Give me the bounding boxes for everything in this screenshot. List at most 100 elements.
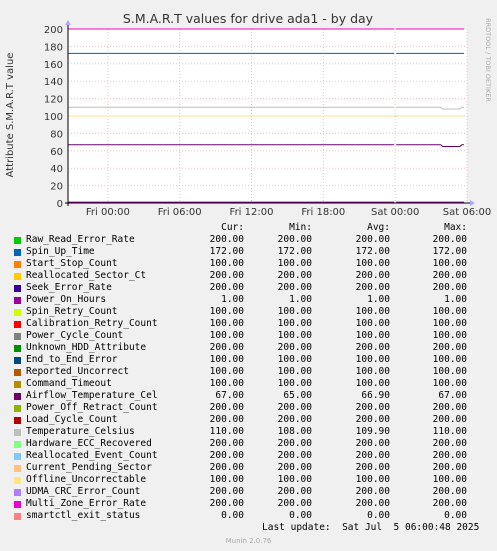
legend-max: 100.00 <box>432 330 467 341</box>
legend-swatch <box>14 345 21 352</box>
legend-name: Reallocated_Sector_Ct <box>26 270 147 281</box>
legend-cur: 100.00 <box>209 354 244 365</box>
legend-max: 200.00 <box>432 438 467 449</box>
legend-max: 110.00 <box>432 426 467 437</box>
legend-avg: 100.00 <box>355 354 390 365</box>
legend-max: 100.00 <box>432 318 467 329</box>
legend-avg: 200.00 <box>355 462 390 473</box>
legend-swatch <box>14 489 21 496</box>
legend-row: Power_Off_Retract_Count 200.00 200.00 200.0… <box>0 402 497 414</box>
legend-cur: 200.00 <box>209 342 244 353</box>
legend-max: 100.00 <box>432 306 467 317</box>
legend-avg: 200.00 <box>355 402 390 413</box>
legend-header: Cur: Min: Avg: Max: <box>0 222 497 234</box>
legend-max: 200.00 <box>432 234 467 245</box>
legend-cur: 100.00 <box>209 474 244 485</box>
legend-cur: 200.00 <box>209 450 244 461</box>
legend-swatch <box>14 513 21 520</box>
legend-name: Spin_Retry_Count <box>26 306 118 317</box>
legend-row: Current_Pending_Sector 200.00 200.00 200.00… <box>0 462 497 474</box>
legend-cur: 100.00 <box>209 258 244 269</box>
legend-max: 100.00 <box>432 354 467 365</box>
legend-avg: 172.00 <box>355 246 390 257</box>
legend-swatch <box>14 429 21 436</box>
legend-swatch <box>14 465 21 472</box>
legend-min: 0.00 <box>289 510 312 521</box>
legend-avg: 100.00 <box>355 306 390 317</box>
legend-min: 200.00 <box>277 342 312 353</box>
legend-row: Reallocated_Sector_Ct 200.00 200.00 200.00 2… <box>0 270 497 282</box>
legend-name: Reallocated_Event_Count <box>26 450 158 461</box>
legend-avg: 200.00 <box>355 498 390 509</box>
legend-max: 200.00 <box>432 462 467 473</box>
legend-swatch <box>14 453 21 460</box>
legend-row: Hardware_ECC_Recovered 200.00 200.00 200.00… <box>0 438 497 450</box>
legend-max: 1.00 <box>444 294 467 305</box>
legend-avg: 100.00 <box>355 366 390 377</box>
legend-swatch <box>14 297 21 304</box>
legend-header-min: Min: <box>289 222 312 233</box>
legend-cur: 200.00 <box>209 486 244 497</box>
legend-max: 200.00 <box>432 282 467 293</box>
legend-swatch <box>14 369 21 376</box>
legend-max: 200.00 <box>432 414 467 425</box>
last-update: Last update: Sat Jul 5 06:00:48 2025 <box>262 522 480 533</box>
legend-row: End_to_End_Error 100.00 100.00 100.00 100.00 <box>0 354 497 366</box>
legend-swatch <box>14 321 21 328</box>
legend-cur: 200.00 <box>209 462 244 473</box>
legend-min: 200.00 <box>277 402 312 413</box>
legend-row: Power_Cycle_Count 100.00 100.00 100.00 100.0… <box>0 330 497 342</box>
legend-cur: 100.00 <box>209 306 244 317</box>
legend-max: 200.00 <box>432 402 467 413</box>
legend-cur: 67.00 <box>215 390 244 401</box>
legend-cur: 100.00 <box>209 330 244 341</box>
legend-swatch <box>14 417 21 424</box>
legend-avg: 200.00 <box>355 450 390 461</box>
legend-name: Unknown_HDD_Attribute <box>26 342 147 353</box>
legend-min: 1.00 <box>289 294 312 305</box>
legend-swatch <box>14 261 21 268</box>
legend-max: 100.00 <box>432 378 467 389</box>
legend-row: Power_On_Hours 1.00 1.00 1.00 1.00 <box>0 294 497 306</box>
legend-max: 67.00 <box>438 390 467 401</box>
legend-min: 200.00 <box>277 282 312 293</box>
legend-swatch <box>14 477 21 484</box>
legend-max: 200.00 <box>432 450 467 461</box>
legend-name: Offline_Uncorrectable <box>26 474 147 485</box>
legend-row: Seek_Error_Rate 200.00 200.00 200.00 200.00 <box>0 282 497 294</box>
legend-name: Power_Off_Retract_Count <box>26 402 158 413</box>
legend-row: Command_Timeout 100.00 100.00 100.00 100.00 <box>0 378 497 390</box>
legend-header-cur: Cur: <box>221 222 244 233</box>
legend-min: 200.00 <box>277 270 312 281</box>
legend-cur: 200.00 <box>209 282 244 293</box>
legend-avg: 100.00 <box>355 474 390 485</box>
legend-row: Offline_Uncorrectable 100.00 100.00 100.00 1… <box>0 474 497 486</box>
legend-min: 172.00 <box>277 246 312 257</box>
legend-avg: 200.00 <box>355 486 390 497</box>
legend-swatch <box>14 501 21 508</box>
legend-avg: 100.00 <box>355 378 390 389</box>
legend-row: Unknown_HDD_Attribute 200.00 200.00 200.00 2… <box>0 342 497 354</box>
legend-cur: 100.00 <box>209 318 244 329</box>
legend-name: Current_Pending_Sector <box>26 462 152 473</box>
legend-header-max: Max: <box>444 222 467 233</box>
legend-row: Raw_Read_Error_Rate 200.00 200.00 200.00 200… <box>0 234 497 246</box>
legend-row: Calibration_Retry_Count 100.00 100.00 100.0… <box>0 318 497 330</box>
legend-max: 0.00 <box>444 510 467 521</box>
legend-cur: 100.00 <box>209 366 244 377</box>
legend-cur: 110.00 <box>209 426 244 437</box>
legend-cur: 100.00 <box>209 378 244 389</box>
legend-row: Start_Stop_Count 100.00 100.00 100.00 100.00 <box>0 258 497 270</box>
legend-max: 200.00 <box>432 498 467 509</box>
legend-name: UDMA_CRC_Error_Count <box>26 486 141 497</box>
legend-min: 100.00 <box>277 378 312 389</box>
legend-min: 100.00 <box>277 330 312 341</box>
legend-swatch <box>14 249 21 256</box>
legend-min: 200.00 <box>277 438 312 449</box>
footer-version: Munin 2.0.76 <box>225 537 272 545</box>
legend-name: Command_Timeout <box>26 378 112 389</box>
legend-name: Spin_Up_Time <box>26 246 95 257</box>
legend-avg: 100.00 <box>355 258 390 269</box>
legend-avg: 200.00 <box>355 282 390 293</box>
legend-min: 65.00 <box>283 390 312 401</box>
